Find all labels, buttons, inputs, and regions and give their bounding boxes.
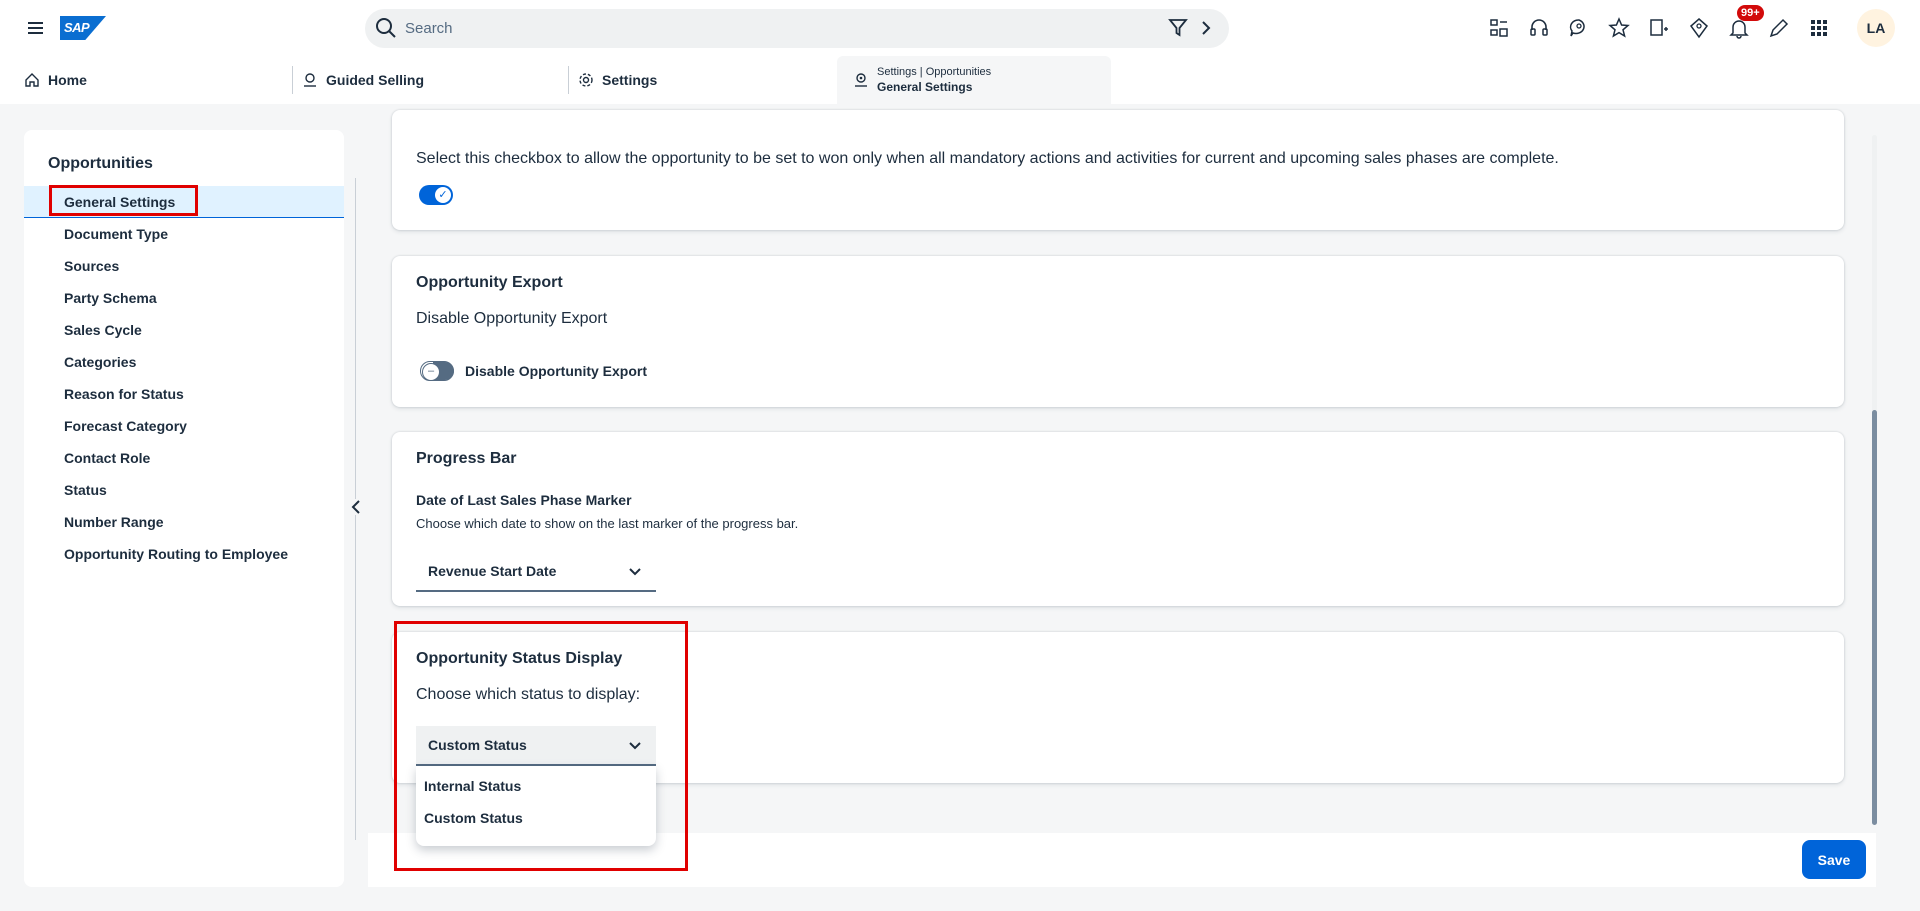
task-list-icon[interactable] bbox=[1485, 14, 1513, 42]
status-select-value: Custom Status bbox=[428, 737, 527, 753]
tab-settings-label: Settings bbox=[602, 72, 658, 88]
avatar[interactable]: LA bbox=[1857, 9, 1895, 47]
pen-icon[interactable] bbox=[1765, 14, 1793, 42]
tab-home[interactable]: Home bbox=[24, 56, 87, 104]
sidebar-item-reason-for-status[interactable]: Reason for Status bbox=[24, 378, 344, 410]
sap-logo[interactable]: SAP bbox=[60, 16, 106, 40]
home-icon bbox=[25, 73, 39, 87]
tab-breadcrumb: Settings | Opportunities bbox=[877, 66, 992, 78]
sidebar-title: Opportunities bbox=[48, 155, 153, 172]
status-dropdown-popover: Internal Status Custom Status bbox=[416, 766, 656, 846]
progress-field-hint: Choose which date to show on the last ma… bbox=[416, 516, 799, 531]
tab-general-settings[interactable]: Settings | Opportunities General Setting… bbox=[837, 56, 1111, 104]
sidebar-item-sales-cycle[interactable]: Sales Cycle bbox=[24, 314, 344, 346]
sidebar-item-opportunity-routing-to-employee[interactable]: Opportunity Routing to Employee bbox=[24, 538, 344, 570]
status-title: Opportunity Status Display bbox=[416, 650, 623, 667]
mandatory-toggle[interactable] bbox=[419, 185, 453, 205]
sidebar-item-general-settings[interactable]: General Settings bbox=[24, 186, 344, 218]
star-icon[interactable] bbox=[1605, 14, 1633, 42]
diamond-icon[interactable] bbox=[1685, 14, 1713, 42]
notification-badge: 99+ bbox=[1737, 5, 1764, 21]
tab-bar: Home Guided Selling Settings Settings | … bbox=[0, 56, 1920, 104]
chat-icon[interactable] bbox=[1565, 14, 1593, 42]
app-grid-icon[interactable] bbox=[1805, 14, 1833, 42]
tab-title: General Settings bbox=[877, 80, 973, 94]
save-button[interactable]: Save bbox=[1802, 840, 1866, 879]
status-select[interactable]: Custom Status bbox=[416, 726, 656, 766]
export-toggle[interactable] bbox=[420, 361, 454, 381]
option-internal-status[interactable]: Internal Status bbox=[416, 770, 656, 802]
tab-guided-selling[interactable]: Guided Selling bbox=[291, 56, 425, 104]
search-input[interactable] bbox=[405, 17, 1105, 39]
notification-bell-icon[interactable]: 99+ bbox=[1725, 5, 1764, 42]
chevron-left-icon[interactable] bbox=[350, 499, 362, 515]
sidebar-item-sources[interactable]: Sources bbox=[24, 250, 344, 282]
search-bar bbox=[365, 9, 1229, 48]
progress-date-value: Revenue Start Date bbox=[428, 563, 557, 579]
card-mandatory-actions: Select this checkbox to allow the opport… bbox=[392, 110, 1844, 230]
export-toggle-label: Disable Opportunity Export bbox=[465, 363, 648, 379]
card-status-display: Opportunity Status Display Choose which … bbox=[392, 632, 1844, 783]
chevron-down-icon bbox=[629, 742, 641, 750]
shell-actions: 99+ bbox=[1485, 5, 1833, 42]
guided-selling-icon bbox=[304, 73, 316, 87]
opportunity-icon bbox=[855, 73, 867, 87]
sidebar-item-contact-role[interactable]: Contact Role bbox=[24, 442, 344, 474]
sidebar-item-status[interactable]: Status bbox=[24, 474, 344, 506]
search-icon[interactable] bbox=[375, 17, 397, 39]
scrollbar-thumb[interactable] bbox=[1872, 410, 1877, 825]
add-document-icon[interactable] bbox=[1645, 14, 1673, 42]
card-opportunity-export: Opportunity Export Disable Opportunity E… bbox=[392, 256, 1844, 407]
progress-date-select[interactable]: Revenue Start Date bbox=[416, 552, 656, 592]
headset-icon[interactable] bbox=[1525, 14, 1553, 42]
hamburger-menu-icon[interactable] bbox=[24, 16, 48, 40]
tab-settings[interactable]: Settings bbox=[567, 56, 658, 104]
sidebar-list: General Settings Document Type Sources Part… bbox=[24, 186, 344, 570]
chevron-right-icon[interactable] bbox=[1196, 18, 1216, 38]
tab-guided-selling-label: Guided Selling bbox=[326, 72, 425, 88]
export-description: Disable Opportunity Export bbox=[416, 310, 608, 327]
filter-icon[interactable] bbox=[1168, 18, 1188, 38]
sidebar-item-document-type[interactable]: Document Type bbox=[24, 218, 344, 250]
sidebar: Opportunities General Settings Document T… bbox=[24, 130, 344, 887]
sidebar-item-forecast-category[interactable]: Forecast Category bbox=[24, 410, 344, 442]
sidebar-item-categories[interactable]: Categories bbox=[24, 346, 344, 378]
status-description: Choose which status to display: bbox=[416, 686, 641, 703]
sidebar-item-number-range[interactable]: Number Range bbox=[24, 506, 344, 538]
export-title: Opportunity Export bbox=[416, 274, 563, 291]
progress-field-label: Date of Last Sales Phase Marker bbox=[416, 492, 632, 508]
chevron-down-icon bbox=[629, 568, 641, 576]
mandatory-description: Select this checkbox to allow the opport… bbox=[416, 150, 1559, 167]
shell-bar: SAP 99+ LA bbox=[0, 0, 1920, 56]
tab-general-settings-text: Settings | Opportunities General Setting… bbox=[877, 65, 991, 95]
sidebar-item-party-schema[interactable]: Party Schema bbox=[24, 282, 344, 314]
card-progress-bar: Progress Bar Date of Last Sales Phase Ma… bbox=[392, 432, 1844, 606]
gear-icon bbox=[579, 73, 593, 87]
tab-home-label: Home bbox=[48, 72, 87, 88]
progress-title: Progress Bar bbox=[416, 450, 517, 467]
option-custom-status[interactable]: Custom Status bbox=[416, 802, 656, 834]
